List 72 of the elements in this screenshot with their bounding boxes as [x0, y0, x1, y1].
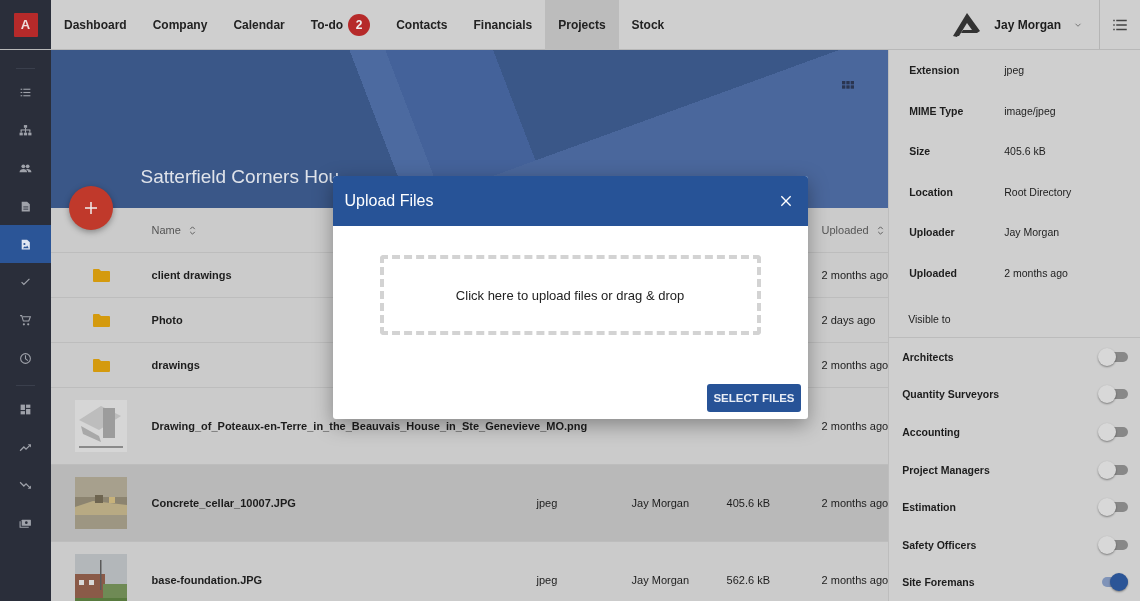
table-cell: 405.6 kB: [726, 497, 770, 509]
clock-icon: [18, 351, 32, 365]
nav-tab[interactable]: Contacts: [383, 0, 461, 50]
toggle-switch[interactable]: [1098, 347, 1128, 366]
toggle-switch[interactable]: [1098, 460, 1128, 479]
detail-value: jpeg: [1004, 64, 1025, 77]
table-cell: 2 months ago: [821, 269, 889, 281]
app-logo[interactable]: A: [13, 12, 38, 37]
toggle-switch[interactable]: [1098, 535, 1128, 554]
toggle-switch[interactable]: [1098, 385, 1128, 404]
folder-icon: [92, 358, 110, 372]
cart-icon: [18, 313, 32, 327]
toggle-switch[interactable]: [1098, 498, 1128, 517]
file-name: Photo: [151, 314, 183, 326]
select-files-button[interactable]: SELECT FILES: [707, 384, 801, 412]
dashboard-icon: [18, 402, 32, 416]
group-label: Safety Officers: [902, 538, 977, 551]
dialog-title: Upload Files: [344, 192, 434, 210]
detail-label: Uploader: [909, 226, 956, 239]
detail-label: Location: [909, 185, 954, 198]
table-cell: 2 months ago: [821, 359, 889, 371]
file-row[interactable]: base-foundation.JPG jpeg Jay Morgan 562.6 kB 2 months ago: [50, 542, 889, 601]
table-cell: 2 months ago: [821, 574, 889, 586]
file-name: drawings: [151, 359, 200, 371]
nav-tab[interactable]: Financials: [460, 0, 546, 50]
table-cell: jpeg: [536, 497, 558, 509]
table-cell: 2 months ago: [821, 420, 889, 432]
nav-tab[interactable]: To-do 2: [297, 0, 384, 50]
column-header[interactable]: Name: [151, 224, 181, 236]
nav-tab[interactable]: Dashboard: [51, 0, 140, 50]
detail-value: Root Directory: [1004, 185, 1072, 198]
file-row[interactable]: Concrete_cellar_10007.JPG jpeg Jay Morgan 405.6 kB 2 months ago: [50, 465, 889, 542]
drop-zone[interactable]: Click here to upload files or drag & drop: [379, 255, 761, 335]
file-name: Drawing_of_Poteaux-en-Terre_in_the_Beauvais_House_in_Ste_Genevieve_MO.png: [151, 420, 588, 432]
table-cell: Jay Morgan: [631, 497, 690, 509]
table-cell: Jay Morgan: [631, 574, 690, 586]
table-cell: 2 months ago: [821, 497, 889, 509]
count-badge: 2: [348, 14, 371, 36]
detail-label: Extension: [909, 64, 961, 77]
hierarchy-icon: [18, 123, 32, 137]
detail-value: image/jpeg: [1004, 104, 1056, 117]
group-label: Estimation: [902, 501, 956, 514]
table-cell: jpeg: [536, 574, 558, 586]
table-cell: 562.6 kB: [726, 574, 770, 586]
detail-label: MIME Type: [909, 104, 965, 117]
file-name: client drawings: [151, 269, 232, 281]
nav-tab[interactable]: Projects: [545, 0, 619, 50]
detail-value: Jay Morgan: [1004, 226, 1060, 239]
folder-icon: [92, 268, 110, 282]
nav-tab[interactable]: Calendar: [220, 0, 298, 50]
group-label: Site Foremans: [902, 576, 975, 589]
column-header[interactable]: Uploaded: [821, 224, 869, 236]
group-label: Accounting: [902, 425, 960, 438]
user-name[interactable]: Jay Morgan: [994, 17, 1061, 32]
detail-label: Uploaded: [909, 266, 959, 279]
nav-tab[interactable]: Stock: [618, 0, 678, 50]
people-icon: [18, 161, 32, 175]
group-label: Quantity Surveyors: [902, 388, 1000, 401]
detail-label: Size: [909, 145, 932, 158]
group-label: Architects: [902, 350, 954, 363]
file-name: base-foundation.JPG: [151, 574, 263, 586]
group-label: Project Managers: [902, 463, 990, 476]
section-title: Visible to: [908, 313, 951, 326]
toggle-switch[interactable]: [1098, 422, 1128, 441]
nav-tab[interactable]: Company: [139, 0, 221, 50]
folder-icon: [92, 313, 110, 327]
logo-icon: [952, 11, 983, 38]
sidebar-item[interactable]: [0, 225, 51, 263]
file-name: Concrete_cellar_10007.JPG: [151, 497, 296, 509]
table-cell: 2 days ago: [821, 314, 876, 326]
detail-value: 2 months ago: [1004, 266, 1068, 279]
detail-value: 405.6 kB: [1004, 145, 1046, 158]
